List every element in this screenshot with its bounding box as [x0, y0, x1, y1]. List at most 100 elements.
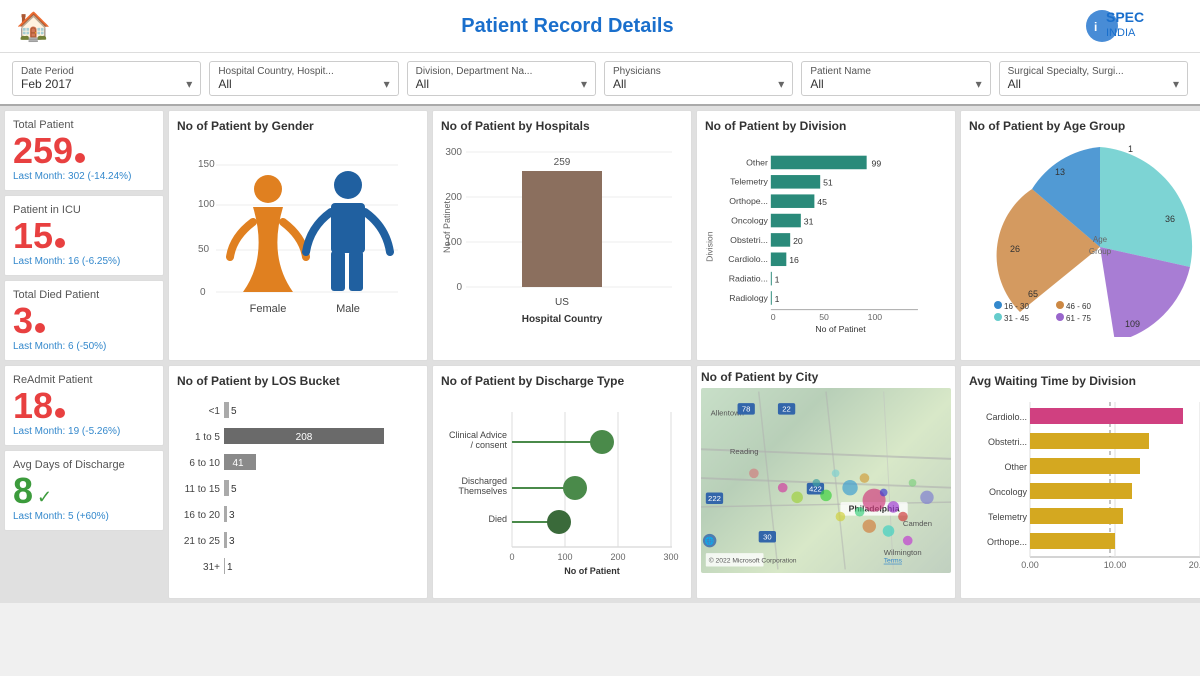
- dashboard-bottom-row: ReAdmit Patient 18 Last Month: 19 (-5.26…: [0, 365, 1200, 603]
- svg-text:Division: Division: [705, 231, 715, 262]
- svg-text:Oncology: Oncology: [731, 215, 768, 225]
- svg-text:Radiology: Radiology: [729, 293, 768, 303]
- svg-text:5: 5: [231, 484, 237, 495]
- svg-text:Hospital Country: Hospital Country: [522, 314, 603, 325]
- svg-text:Camden: Camden: [903, 519, 932, 528]
- svg-text:26: 26: [1010, 244, 1020, 254]
- svg-text:Terms: Terms: [884, 558, 903, 565]
- svg-text:Female: Female: [250, 303, 287, 315]
- svg-text:SPEC: SPEC: [1106, 9, 1144, 25]
- svg-text:1: 1: [1128, 144, 1133, 154]
- svg-text:0.00: 0.00: [1021, 560, 1039, 570]
- filter-date-period[interactable]: Date Period Feb 2017 ▾: [12, 61, 201, 96]
- svg-text:1: 1: [775, 294, 780, 304]
- svg-text:20.00: 20.00: [1189, 560, 1200, 570]
- kpi-column: Total Patient 259 Last Month: 302 (-14.2…: [4, 110, 164, 361]
- svg-text:Died: Died: [488, 514, 507, 524]
- svg-text:Radiatio...: Radiatio...: [729, 274, 768, 284]
- city-map-card: No of Patient by City Philadelphia Camde…: [696, 365, 956, 599]
- svg-text:16 to 20: 16 to 20: [184, 510, 221, 521]
- los-chart-card: No of Patient by LOS Bucket <1 5 1 to 5 …: [168, 365, 428, 599]
- svg-text:Telemetry: Telemetry: [988, 512, 1028, 522]
- svg-text:10.00: 10.00: [1104, 560, 1127, 570]
- svg-text:5: 5: [231, 406, 237, 417]
- svg-text:45: 45: [817, 197, 827, 207]
- division-chart-card: No of Patient by Division Division Other…: [696, 110, 956, 361]
- svg-text:222: 222: [708, 494, 721, 503]
- svg-text:/ consent: / consent: [470, 440, 507, 450]
- discharge-chart-card: No of Patient by Discharge Type 0 100 20…: [432, 365, 692, 599]
- svg-text:© 2022 Microsoft Corporation: © 2022 Microsoft Corporation: [709, 557, 797, 565]
- logo: i SPEC INDIA: [1084, 8, 1184, 44]
- filter-division[interactable]: Division, Department Na... All▾: [407, 61, 596, 96]
- discharge-chart: 0 100 200 300 No of Patient Clinical Adv…: [441, 392, 683, 587]
- svg-text:Wilmington: Wilmington: [884, 548, 922, 557]
- kpi-indicator: [35, 323, 45, 333]
- kpi-patient-icu: Patient in ICU 15 Last Month: 16 (-6.25%…: [4, 195, 164, 276]
- svg-text:16 - 30: 16 - 30: [1004, 302, 1029, 311]
- svg-text:i: i: [1094, 20, 1097, 34]
- los-chart: <1 5 1 to 5 208 6 to 10 41 11 to 15 5 16…: [177, 392, 419, 587]
- svg-text:300: 300: [445, 147, 462, 158]
- svg-text:INDIA: INDIA: [1106, 27, 1136, 39]
- svg-text:300: 300: [663, 552, 678, 562]
- svg-text:Male: Male: [336, 303, 360, 315]
- svg-text:259: 259: [554, 157, 571, 168]
- checkmark-icon: ✓: [37, 487, 52, 508]
- division-chart: Division Other 99 Telemetry 51 Orthope..…: [705, 137, 947, 337]
- svg-text:99: 99: [871, 158, 881, 168]
- svg-text:Orthope...: Orthope...: [987, 537, 1027, 547]
- svg-text:11 to 15: 11 to 15: [185, 484, 221, 495]
- filter-physicians[interactable]: Physicians All▾: [604, 61, 793, 96]
- svg-text:Cardiolo...: Cardiolo...: [728, 254, 768, 264]
- svg-text:20: 20: [793, 236, 803, 246]
- filters-bar: Date Period Feb 2017 ▾ Hospital Country,…: [0, 53, 1200, 106]
- svg-text:78: 78: [742, 405, 751, 414]
- svg-text:100: 100: [198, 199, 215, 210]
- svg-text:US: US: [555, 297, 569, 308]
- svg-text:0: 0: [771, 312, 776, 322]
- svg-text:1: 1: [775, 274, 780, 284]
- svg-text:3: 3: [229, 536, 235, 547]
- svg-text:36: 36: [1165, 214, 1175, 224]
- svg-text:46 - 60: 46 - 60: [1066, 302, 1091, 311]
- svg-text:65: 65: [1028, 289, 1038, 299]
- map-svg: Philadelphia Camden Allentown Reading Wi…: [701, 388, 951, 573]
- kpi-indicator: [55, 408, 65, 418]
- filter-hospital-country[interactable]: Hospital Country, Hospit... All▾: [209, 61, 398, 96]
- kpi-total-died: Total Died Patient 3 Last Month: 6 (-50%…: [4, 280, 164, 361]
- svg-text:21 to 25: 21 to 25: [184, 536, 221, 547]
- svg-text:200: 200: [610, 552, 625, 562]
- svg-text:Age: Age: [1093, 235, 1108, 244]
- svg-text:No of Patient: No of Patient: [564, 566, 620, 576]
- kpi-readmit: ReAdmit Patient 18 Last Month: 19 (-5.26…: [4, 365, 164, 446]
- map-container: Philadelphia Camden Allentown Reading Wi…: [701, 388, 951, 573]
- svg-text:100: 100: [557, 552, 572, 562]
- kpi-total-patient: Total Patient 259 Last Month: 302 (-14.2…: [4, 110, 164, 191]
- svg-text:50: 50: [819, 312, 829, 322]
- kpi-indicator: [55, 238, 65, 248]
- svg-text:150: 150: [198, 159, 215, 170]
- svg-text:Obstetri...: Obstetri...: [730, 235, 768, 245]
- svg-text:51: 51: [823, 178, 833, 188]
- svg-text:13: 13: [1055, 167, 1065, 177]
- svg-text:3: 3: [229, 510, 235, 521]
- svg-text:1 to 5: 1 to 5: [195, 432, 220, 443]
- svg-text:61 - 75: 61 - 75: [1066, 314, 1091, 323]
- kpi-indicator: [75, 153, 85, 163]
- svg-text:Discharged: Discharged: [461, 476, 507, 486]
- svg-text:6 to 10: 6 to 10: [189, 458, 220, 469]
- svg-text:Orthope...: Orthope...: [729, 196, 768, 206]
- filter-surgical-specialty[interactable]: Surgical Specialty, Surgi... All▾: [999, 61, 1188, 96]
- svg-text:Telemetry: Telemetry: [730, 177, 768, 187]
- svg-text:208: 208: [296, 432, 313, 443]
- dashboard-top-row: Total Patient 259 Last Month: 302 (-14.2…: [0, 106, 1200, 365]
- svg-text:16: 16: [789, 255, 799, 265]
- svg-text:Clinical Advice: Clinical Advice: [449, 430, 507, 440]
- svg-text:Group: Group: [1089, 247, 1112, 256]
- svg-text:41: 41: [232, 458, 244, 469]
- home-icon[interactable]: 🏠: [16, 10, 51, 43]
- age-chart: 36 26 13 1 65 109 Age Group 16 - 30 31 -…: [969, 137, 1200, 337]
- svg-text:Themselves: Themselves: [458, 486, 507, 496]
- filter-patient-name[interactable]: Patient Name All▾: [801, 61, 990, 96]
